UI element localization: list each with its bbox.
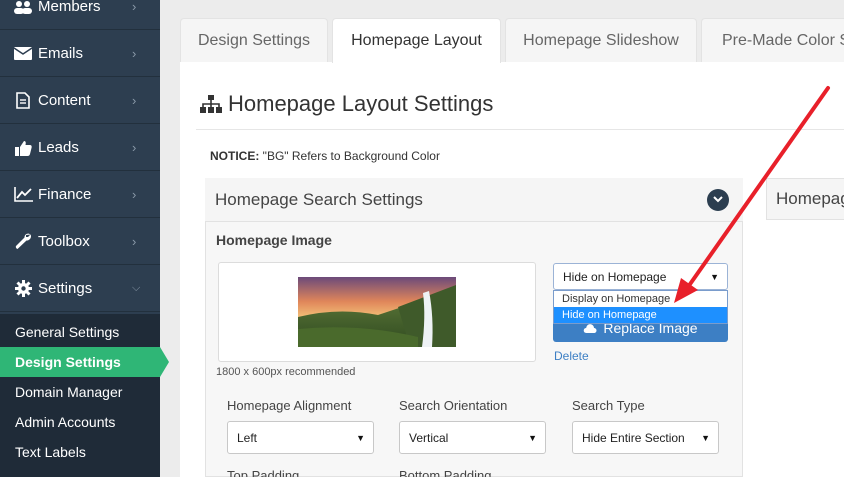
sidebar-item-emails[interactable]: Emails › <box>0 31 160 77</box>
sidebar-item-label: Leads <box>38 139 79 156</box>
dropdown-option-display[interactable]: Display on Homepage <box>554 291 727 307</box>
search-settings-title: Homepage Search Settings <box>215 189 423 209</box>
tab-homepage-slideshow[interactable]: Homepage Slideshow <box>505 18 697 62</box>
notice-text: NOTICE: "BG" Refers to Background Color <box>210 149 440 163</box>
title-divider <box>196 129 844 130</box>
chevron-right-icon: › <box>132 140 137 155</box>
cloud-upload-icon <box>584 323 597 333</box>
dropdown-option-hide[interactable]: Hide on Homepage <box>554 307 727 323</box>
waterfall-landscape-image <box>298 277 456 347</box>
sidebar-item-label: Content <box>38 92 91 109</box>
page-title-text: Homepage Layout Settings <box>228 91 494 116</box>
homepage-image-label: Homepage Image <box>216 232 332 248</box>
tab-design-settings[interactable]: Design Settings <box>180 18 328 62</box>
sidebar: Members › Emails › Content › Leads › Fin… <box>0 0 169 477</box>
submenu-domain-manager[interactable]: Domain Manager <box>0 377 160 407</box>
search-type-label: Search Type <box>572 398 645 413</box>
document-icon <box>12 92 34 109</box>
sidebar-item-settings[interactable]: Settings ⌵ <box>0 266 160 312</box>
homepage-alignment-select[interactable]: Left ▼ <box>227 421 374 454</box>
search-orientation-select[interactable]: Vertical ▼ <box>399 421 546 454</box>
chevron-down-icon <box>713 196 723 203</box>
tab-homepage-layout[interactable]: Homepage Layout <box>332 18 501 63</box>
sitemap-icon <box>200 95 222 113</box>
dropdown-arrow-icon: ▼ <box>356 432 365 443</box>
sidebar-item-members[interactable]: Members › <box>0 0 160 30</box>
select-value: Left <box>237 430 258 445</box>
sidebar-item-label: Emails <box>38 45 84 62</box>
search-type-select[interactable]: Hide Entire Section ▼ <box>572 421 719 454</box>
submenu-design-settings[interactable]: Design Settings <box>0 347 169 377</box>
sidebar-item-content[interactable]: Content › <box>0 78 160 124</box>
sidebar-item-label: Members <box>38 0 101 15</box>
dropdown-arrow-icon: ▼ <box>701 432 710 443</box>
homepage-alignment-label: Homepage Alignment <box>227 398 352 413</box>
email-icon <box>12 47 34 60</box>
notice-label: NOTICE: <box>210 149 260 163</box>
collapse-toggle-button[interactable] <box>707 188 729 211</box>
chevron-right-icon: › <box>132 93 137 108</box>
chevron-right-icon: › <box>132 46 137 61</box>
sidebar-item-finance[interactable]: Finance › <box>0 172 160 218</box>
submenu-admin-accounts[interactable]: Admin Accounts <box>0 407 160 437</box>
gear-icon <box>12 280 34 297</box>
sidebar-item-label: Finance <box>38 186 92 203</box>
select-value: Vertical <box>409 430 449 445</box>
chart-line-icon <box>12 187 34 202</box>
bottom-padding-label: Bottom Padding <box>399 468 492 477</box>
chevron-right-icon: › <box>132 187 137 202</box>
search-orientation-label: Search Orientation <box>399 398 508 413</box>
tab-premade-color-schemes[interactable]: Pre-Made Color Sc <box>701 18 844 62</box>
wrench-icon <box>12 233 34 250</box>
delete-image-link[interactable]: Delete <box>554 349 589 363</box>
page-title: Homepage Layout Settings <box>200 90 493 118</box>
dropdown-arrow-icon: ▼ <box>710 271 719 282</box>
dropdown-arrow-icon: ▼ <box>528 432 537 443</box>
homepage-other-settings-header[interactable]: Homepag <box>766 178 844 220</box>
search-settings-header[interactable]: Homepage Search Settings <box>205 178 743 222</box>
members-icon <box>12 0 34 14</box>
chevron-right-icon: › <box>132 234 137 249</box>
top-padding-label: Top Padding <box>227 468 300 477</box>
submenu-general-settings[interactable]: General Settings <box>0 317 160 347</box>
chevron-right-icon: › <box>132 0 137 14</box>
notice-message: "BG" Refers to Background Color <box>259 149 440 163</box>
submenu-text-labels[interactable]: Text Labels <box>0 437 160 467</box>
image-display-select[interactable]: Hide on Homepage ▼ <box>553 263 728 290</box>
select-value: Hide on Homepage <box>563 269 667 284</box>
settings-submenu: General Settings Design Settings Domain … <box>0 314 169 477</box>
chevron-down-icon: ⌵ <box>132 282 141 294</box>
sidebar-item-leads[interactable]: Leads › <box>0 125 160 171</box>
select-value: Hide Entire Section <box>582 430 685 445</box>
image-display-dropdown: Display on Homepage Hide on Homepage <box>553 290 728 324</box>
image-size-hint: 1800 x 600px recommended <box>216 366 356 378</box>
sidebar-item-label: Settings <box>38 280 93 297</box>
homepage-image-preview <box>218 262 536 362</box>
sidebar-item-label: Toolbox <box>38 233 90 250</box>
thumbs-up-icon <box>12 140 34 156</box>
sidebar-item-toolbox[interactable]: Toolbox › <box>0 219 160 265</box>
